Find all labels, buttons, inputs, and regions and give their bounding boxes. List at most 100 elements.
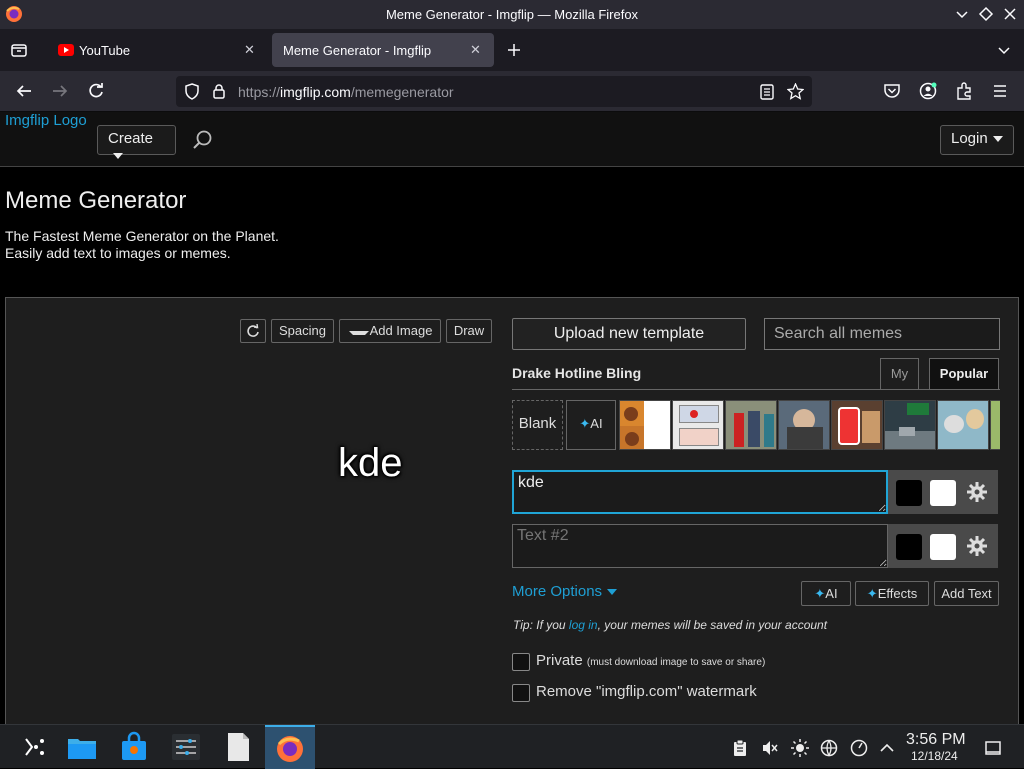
- more-options-label: More Options: [512, 583, 603, 600]
- login-button[interactable]: Login: [940, 125, 1014, 155]
- draw-button[interactable]: Draw: [446, 319, 492, 343]
- pocket-icon[interactable]: [883, 82, 901, 100]
- site-header: Imgflip Logo Create Login: [0, 112, 1024, 167]
- template-thumb-monkey[interactable]: [937, 400, 989, 450]
- meme-generator-panel: Spacing Add Image Draw kde Upload new te…: [5, 297, 1019, 724]
- clock-time[interactable]: 3:56 PM: [906, 731, 966, 749]
- tab-bar: YouTube ✕ Meme Generator - Imgflip ✕: [0, 29, 1024, 71]
- remove-watermark-label: Remove "imgflip.com" watermark: [536, 683, 757, 700]
- volume-muted-icon[interactable]: [761, 739, 779, 757]
- rotate-icon: [247, 324, 259, 337]
- chevron-down-icon: [992, 136, 1003, 143]
- ai-label: AI: [590, 416, 603, 431]
- reload-icon[interactable]: [87, 82, 105, 100]
- search-icon[interactable]: [192, 129, 214, 151]
- template-thumb-comic[interactable]: [672, 400, 724, 450]
- login-tip: Tip: If you log in, your memes will be s…: [513, 618, 827, 632]
- text-editor-icon[interactable]: [222, 731, 254, 763]
- clipboard-icon[interactable]: [731, 739, 749, 757]
- ai-button-label: AI: [825, 586, 838, 601]
- divider: [512, 389, 1000, 390]
- template-thumb-uno[interactable]: [831, 400, 883, 450]
- url-bar[interactable]: https://imgflip.com/memegenerator: [176, 76, 812, 107]
- gear-icon[interactable]: [966, 481, 988, 503]
- discover-store-icon[interactable]: [118, 731, 150, 763]
- url-path: /memegenerator: [350, 84, 454, 100]
- private-note: (must download image to save or share): [586, 657, 766, 668]
- page-subtitle-2: Easily add text to images or memes.: [5, 245, 231, 261]
- menu-icon[interactable]: [991, 82, 1009, 100]
- more-options-link[interactable]: More Options: [512, 583, 618, 600]
- upload-template-button[interactable]: Upload new template: [512, 318, 746, 350]
- private-checkbox[interactable]: [512, 653, 530, 671]
- create-button[interactable]: Create: [97, 125, 176, 160]
- add-image-button[interactable]: Add Image: [339, 319, 441, 343]
- back-icon[interactable]: [15, 82, 33, 100]
- tab-popular-templates[interactable]: Popular: [929, 358, 999, 390]
- list-all-tabs-icon[interactable]: [996, 43, 1012, 59]
- text-box-2[interactable]: [512, 524, 888, 568]
- show-desktop-icon[interactable]: [984, 739, 1002, 757]
- reader-view-icon[interactable]: [760, 84, 774, 100]
- network-icon[interactable]: [820, 739, 838, 757]
- system-settings-icon[interactable]: [170, 731, 202, 763]
- extensions-icon[interactable]: [955, 82, 973, 100]
- tab-youtube[interactable]: YouTube ✕: [48, 33, 266, 67]
- gear-icon[interactable]: [966, 535, 988, 557]
- sparkle-icon: ✦: [814, 586, 826, 601]
- url-text[interactable]: https://imgflip.com/memegenerator: [238, 84, 454, 100]
- lock-icon[interactable]: [212, 83, 226, 100]
- account-icon[interactable]: [919, 82, 937, 100]
- minimize-icon[interactable]: [954, 6, 970, 22]
- effects-button[interactable]: ✦Effects: [855, 581, 929, 606]
- brightness-icon[interactable]: [791, 739, 809, 757]
- meme-canvas-text[interactable]: kde: [338, 441, 403, 486]
- text-box-1[interactable]: [512, 470, 888, 514]
- create-button-label: Create: [108, 130, 154, 147]
- power-profile-icon[interactable]: [850, 739, 868, 757]
- tip-suffix: , your memes will be saved in your accou…: [597, 618, 828, 632]
- text-color-swatch[interactable]: [930, 480, 956, 506]
- private-label-text: Private: [536, 652, 583, 669]
- text-color-swatch[interactable]: [930, 534, 956, 560]
- close-window-icon[interactable]: [1002, 6, 1018, 22]
- spacing-button[interactable]: Spacing: [271, 319, 334, 343]
- window-titlebar: Meme Generator - Imgflip — Mozilla Firef…: [0, 0, 1024, 29]
- imgflip-logo[interactable]: Imgflip Logo: [5, 112, 87, 129]
- file-manager-icon[interactable]: [66, 731, 98, 763]
- login-button-label: Login: [951, 130, 988, 147]
- template-thumb-distracted[interactable]: [725, 400, 777, 450]
- tab-meme-generator[interactable]: Meme Generator - Imgflip ✕: [272, 33, 494, 67]
- bookmark-star-icon[interactable]: [787, 83, 804, 100]
- blank-template-button[interactable]: Blank: [512, 400, 563, 450]
- ai-template-button[interactable]: ✦AI: [566, 400, 616, 450]
- shield-icon[interactable]: [184, 83, 200, 100]
- search-memes-input[interactable]: [764, 318, 1000, 350]
- tab-list-icon[interactable]: [10, 41, 28, 59]
- navigation-toolbar: https://imgflip.com/memegenerator: [0, 71, 1024, 112]
- template-thumb-exit-ramp[interactable]: [884, 400, 936, 450]
- clock-date[interactable]: 12/18/24: [911, 749, 958, 763]
- taskbar-firefox-active[interactable]: [265, 725, 315, 769]
- close-tab-icon[interactable]: ✕: [244, 42, 255, 58]
- page-content: Imgflip Logo Create Login Meme Generator…: [0, 112, 1024, 724]
- template-thumb-bernie[interactable]: [778, 400, 830, 450]
- outline-color-swatch[interactable]: [896, 534, 922, 560]
- tab-my-templates[interactable]: My: [880, 358, 919, 390]
- rotate-button[interactable]: [240, 319, 266, 343]
- maximize-icon[interactable]: [978, 6, 994, 22]
- template-thumb-drake[interactable]: [619, 400, 671, 450]
- close-tab-icon[interactable]: ✕: [470, 42, 481, 58]
- login-link[interactable]: log in: [569, 618, 598, 632]
- template-thumb-partial[interactable]: [990, 400, 1000, 450]
- ai-text-button[interactable]: ✦AI: [801, 581, 851, 606]
- forward-icon[interactable]: [51, 82, 69, 100]
- tab-label: YouTube: [79, 43, 131, 58]
- application-launcher-icon[interactable]: [18, 731, 50, 763]
- new-tab-icon[interactable]: [506, 42, 522, 58]
- add-text-button[interactable]: Add Text: [934, 581, 999, 606]
- template-name: Drake Hotline Bling: [512, 365, 642, 381]
- remove-watermark-checkbox[interactable]: [512, 684, 530, 702]
- outline-color-swatch[interactable]: [896, 480, 922, 506]
- chevron-up-icon[interactable]: [878, 739, 896, 757]
